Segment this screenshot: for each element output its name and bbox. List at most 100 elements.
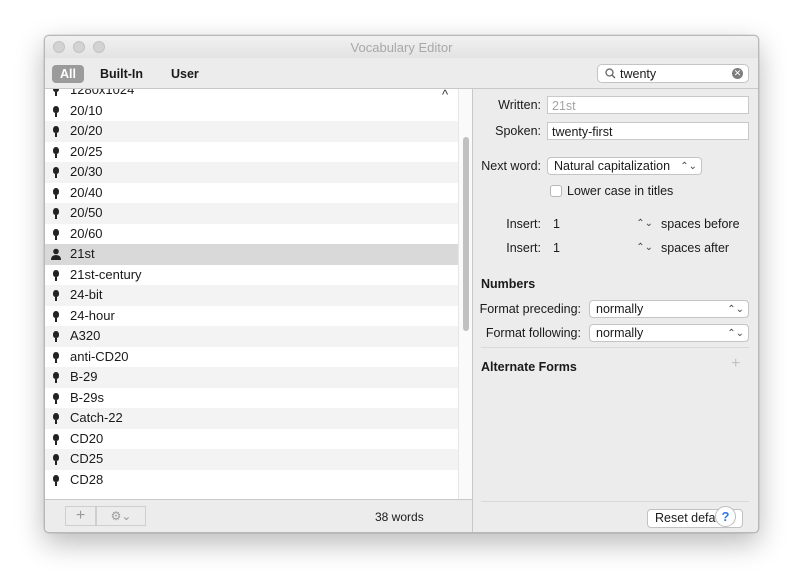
speech-icon — [53, 310, 59, 322]
list-item[interactable]: CD25 — [45, 449, 458, 470]
search-input[interactable]: twenty — [620, 67, 656, 81]
list-item-label: 24-bit — [70, 287, 103, 302]
list-item[interactable]: 24-hour — [45, 306, 458, 327]
next-word-label: Next word: — [481, 159, 541, 173]
list-item[interactable]: 20/50 — [45, 203, 458, 224]
list-item[interactable]: 20/60 — [45, 224, 458, 245]
speech-icon — [53, 126, 59, 137]
list-item[interactable]: 20/30 — [45, 162, 458, 183]
list-item[interactable]: B-29s — [45, 388, 458, 409]
list-item-label: 21st — [70, 246, 95, 261]
list-item[interactable]: 20/10 — [45, 101, 458, 122]
list-item[interactable]: 21st — [45, 244, 458, 265]
list-item[interactable]: CD20 — [45, 429, 458, 450]
speech-icon — [53, 269, 59, 281]
list-item-label: 20/20 — [70, 123, 103, 138]
word-count: 38 words — [375, 510, 424, 524]
gear-menu-button[interactable]: ⚙︎⌄ — [96, 506, 146, 526]
window-title: Vocabulary Editor — [350, 40, 453, 55]
list-item[interactable]: A320 — [45, 326, 458, 347]
speech-icon — [53, 89, 59, 96]
list-item[interactable]: 20/20 — [45, 121, 458, 142]
list-item-label: A320 — [70, 328, 101, 343]
insert-after-stepper[interactable]: 1 ⌃⌄ — [553, 239, 653, 257]
section-divider — [481, 347, 749, 348]
list-item-label: 20/10 — [70, 102, 103, 118]
written-field[interactable]: 21st — [547, 96, 749, 114]
lower-case-checkbox[interactable] — [550, 185, 562, 197]
format-following-label: Format following: — [485, 326, 581, 340]
list-item-label: 20/50 — [70, 205, 103, 220]
list-item-label: 1280x1024 — [70, 89, 135, 97]
list-item[interactable]: 24-bit — [45, 285, 458, 306]
speech-icon — [53, 474, 59, 486]
speech-icon — [53, 228, 59, 240]
list-item-label: CD20 — [70, 430, 104, 446]
spaces-after-label: spaces after — [661, 241, 730, 255]
chevron-updown-icon: ⌃⌄ — [680, 161, 697, 172]
list-scrollbar[interactable] — [458, 89, 472, 499]
list-item[interactable]: anti-CD20 — [45, 347, 458, 368]
insert-after-value: 1 — [553, 241, 560, 255]
list-item-label: 21st-century — [70, 266, 142, 282]
list-item[interactable]: 20/25 — [45, 142, 458, 163]
add-alternate-form-button[interactable]: + — [731, 355, 740, 373]
format-following-value: normally — [596, 326, 644, 340]
next-word-popup[interactable]: Natural capitalization ⌃⌄ — [547, 157, 702, 175]
user-icon — [51, 248, 61, 260]
bottom-divider — [481, 501, 749, 502]
numbers-header: Numbers — [481, 277, 536, 291]
list-item[interactable]: CD28 — [45, 470, 458, 491]
speech-icon — [53, 372, 59, 383]
insert-after-label: Insert: — [506, 241, 541, 255]
filter-user-tab[interactable]: User — [171, 65, 199, 83]
help-button[interactable]: ? — [715, 506, 736, 527]
clear-icon[interactable]: ✕ — [732, 68, 743, 79]
spoken-label: Spoken: — [495, 124, 541, 138]
stepper-arrows-icon[interactable]: ⌃⌄ — [636, 215, 653, 233]
format-following-popup[interactable]: normally ⌃⌄ — [589, 324, 749, 342]
list-item-label: B-29s — [70, 389, 104, 405]
list-item[interactable]: B-29 — [45, 367, 458, 388]
insert-before-value: 1 — [553, 217, 560, 231]
vocabulary-list[interactable]: 1280x1024 ^ 20/10 20/20 20/25 20/30 20/40 20/… — [45, 89, 472, 499]
details-pane: Written: 21st Spoken: twenty-first Next … — [473, 89, 758, 532]
list-item[interactable]: 21st-century — [45, 265, 458, 286]
alternate-forms-header: Alternate Forms — [481, 360, 577, 374]
insert-before-stepper[interactable]: 1 ⌃⌄ — [553, 215, 653, 233]
list-item[interactable]: 1280x1024 — [45, 89, 458, 101]
spoken-field[interactable]: twenty-first — [547, 122, 749, 140]
insert-before-label: Insert: — [506, 217, 541, 231]
chevron-updown-icon: ⌃⌄ — [727, 304, 744, 315]
speech-icon — [53, 454, 59, 465]
written-label: Written: — [498, 98, 541, 112]
speech-icon — [53, 146, 59, 158]
list-item-label: anti-CD20 — [70, 348, 129, 364]
add-word-button[interactable]: + — [65, 506, 96, 526]
scrollbar-thumb[interactable] — [463, 137, 469, 331]
list-item-label: B-29 — [70, 369, 98, 384]
stepper-arrows-icon[interactable]: ⌃⌄ — [636, 239, 653, 257]
speech-icon — [53, 392, 59, 404]
filter-all-tab[interactable]: All — [52, 65, 84, 83]
lower-case-label: Lower case in titles — [567, 184, 674, 198]
list-item-label: CD28 — [70, 471, 104, 487]
toolbar: All Built-In User twenty ✕ — [45, 58, 758, 89]
list-item-label: 24-hour — [70, 307, 115, 323]
magnifier-icon — [605, 68, 616, 79]
spaces-before-label: spaces before — [661, 217, 740, 231]
speech-icon — [53, 167, 59, 178]
format-preceding-value: normally — [596, 302, 644, 316]
filter-builtin-tab[interactable]: Built-In — [100, 65, 143, 83]
format-preceding-popup[interactable]: normally ⌃⌄ — [589, 300, 749, 318]
speech-icon — [53, 290, 59, 301]
list-item-label: 20/25 — [70, 143, 103, 159]
list-footer: + ⚙︎⌄ 38 words — [45, 499, 472, 532]
format-preceding-label: Format preceding: — [479, 302, 581, 316]
list-item-label: CD25 — [70, 451, 104, 466]
speech-icon — [53, 433, 59, 445]
vocabulary-editor-window: Vocabulary Editor All Built-In User twen… — [44, 35, 759, 533]
list-item[interactable]: Catch-22 — [45, 408, 458, 429]
list-item[interactable]: 20/40 — [45, 183, 458, 204]
search-field[interactable]: twenty ✕ — [597, 64, 749, 83]
